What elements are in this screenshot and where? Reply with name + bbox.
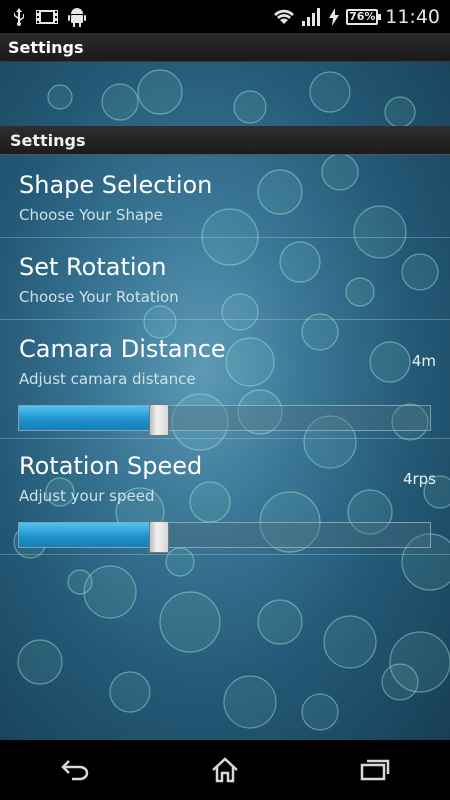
rotation-speed-slider[interactable] xyxy=(18,521,431,553)
pref-summary: Choose Your Rotation xyxy=(19,288,179,306)
pref-value: 4rps xyxy=(402,470,436,488)
pref-summary: Adjust your speed xyxy=(19,487,155,505)
navigation-bar xyxy=(0,740,450,800)
pref-camara-distance: Camara Distance 4m Adjust camara distanc… xyxy=(0,320,450,439)
android-icon xyxy=(68,7,86,27)
status-bar: 76% 11:40 xyxy=(0,0,450,33)
action-bar: Settings xyxy=(0,33,450,62)
pref-set-rotation[interactable]: Set Rotation Choose Your Rotation xyxy=(0,238,450,320)
signal-icon xyxy=(302,7,322,26)
pref-title: Camara Distance xyxy=(19,335,226,363)
slider-fill xyxy=(19,523,159,547)
slider-thumb[interactable] xyxy=(148,404,169,436)
settings-section-header: Settings xyxy=(0,126,450,155)
home-icon xyxy=(212,757,238,783)
section-title: Settings xyxy=(10,130,86,150)
back-icon xyxy=(61,760,89,781)
home-button[interactable] xyxy=(190,745,260,795)
film-icon xyxy=(36,9,58,25)
camara-distance-slider[interactable] xyxy=(18,404,431,436)
wifi-icon xyxy=(273,9,295,25)
pref-title: Rotation Speed xyxy=(19,452,203,480)
pref-value: 4m xyxy=(411,352,436,370)
battery-indicator: 76% xyxy=(346,8,382,25)
pref-shape-selection[interactable]: Shape Selection Choose Your Shape xyxy=(0,155,450,238)
recents-button[interactable] xyxy=(340,745,410,795)
charging-icon xyxy=(329,7,340,26)
slider-thumb[interactable] xyxy=(148,521,169,553)
pref-summary: Choose Your Shape xyxy=(19,206,163,224)
slider-fill xyxy=(19,406,159,430)
pref-summary: Adjust camara distance xyxy=(19,370,196,388)
usb-icon xyxy=(12,7,26,26)
app-title: Settings xyxy=(8,37,84,57)
pref-title: Set Rotation xyxy=(19,253,167,281)
recents-icon xyxy=(360,759,390,781)
clock: 11:40 xyxy=(385,5,440,28)
pref-rotation-speed: Rotation Speed 4rps Adjust your speed xyxy=(0,439,450,555)
back-button[interactable] xyxy=(40,745,110,795)
pref-title: Shape Selection xyxy=(19,171,213,199)
